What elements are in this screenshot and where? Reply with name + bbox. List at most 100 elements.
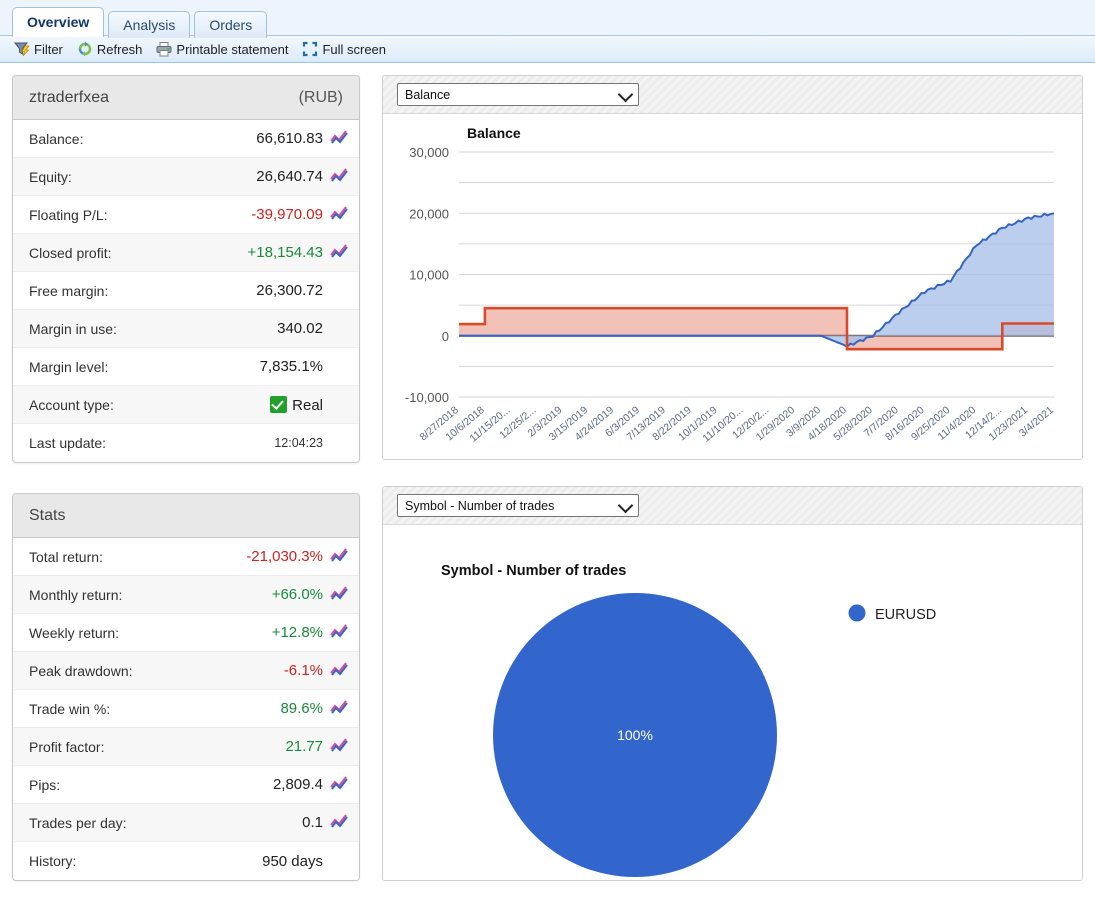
row-value: 21.77 (285, 738, 323, 755)
sparkline-chart-icon[interactable] (329, 698, 351, 719)
tab-orders-label: Orders (209, 17, 253, 33)
balance-chart-body[interactable]: Balance -10,000 0 10,000 20,000 30,000 8/27/20… (383, 114, 1082, 459)
tab-overview[interactable]: Overview (12, 7, 105, 37)
sparkline-chart-icon[interactable] (329, 204, 351, 225)
sparkline-chart-icon[interactable] (329, 242, 351, 263)
svg-text:Symbol - Number of trades: Symbol - Number of trades (441, 563, 626, 579)
pie-chart-select[interactable]: Symbol - Number of trades (397, 494, 639, 517)
sparkline-chart-icon[interactable] (329, 774, 351, 795)
chevron-down-icon (617, 497, 634, 513)
row-value: +18,154.43 (247, 244, 324, 261)
fullscreen-icon (302, 41, 318, 57)
row-label: Monthly return: (29, 586, 123, 603)
toolbar: Filter Refresh Printable statement Full … (0, 36, 1095, 63)
refresh-button[interactable]: Refresh (77, 41, 143, 57)
row-value: +12.8% (271, 624, 323, 641)
svg-text:100%: 100% (617, 727, 653, 743)
page-content: ztraderfxea (RUB) Balance: 66,610.83 Equ… (0, 63, 1095, 881)
row-label: Weekly return: (29, 624, 119, 641)
row-value: 89.6% (280, 700, 323, 717)
balance-chart-toolbar: Balance (383, 76, 1082, 114)
pie-chart-card: Symbol - Number of trades Symbol - Numbe… (382, 486, 1083, 881)
account-row-margin-in-use: Margin in use: 340.02 (13, 310, 359, 348)
sparkline-chart-icon[interactable] (329, 660, 351, 681)
row-value: -6.1% (283, 662, 323, 679)
row-label: Peak drawdown: (29, 662, 133, 679)
right-column: Balance Balance -10,000 0 10,000 20,000 30,00… (382, 75, 1083, 881)
svg-text:0: 0 (442, 329, 449, 344)
svg-text:-10,000: -10,000 (405, 390, 449, 405)
row-value: 66,610.83 (256, 130, 323, 147)
row-value: 950 days (262, 852, 323, 870)
chevron-down-icon (617, 86, 634, 102)
row-label: Floating P/L: (29, 206, 108, 223)
stats-row-trade-win-pct: Trade win %: 89.6% (13, 690, 359, 728)
sparkline-chart-icon[interactable] (329, 812, 351, 833)
stats-rows: Total return: -21,030.3% Monthly return:… (13, 538, 359, 880)
stats-row-pips: Pips: 2,809.4 (13, 766, 359, 804)
sparkline-chart-icon[interactable] (329, 546, 351, 567)
stats-row-history: History: 950 days (13, 842, 359, 880)
balance-chart-select-value: Balance (405, 87, 451, 102)
row-value: 340.02 (277, 320, 323, 337)
account-currency: (RUB) (298, 88, 343, 106)
stats-row-weekly-return: Weekly return: +12.8% (13, 614, 359, 652)
account-panel-header: ztraderfxea (RUB) (13, 76, 359, 120)
pie-chart-toolbar: Symbol - Number of trades (383, 487, 1082, 525)
svg-text:10,000: 10,000 (409, 268, 449, 283)
refresh-label: Refresh (96, 41, 143, 57)
account-row-balance: Balance: 66,610.83 (13, 120, 359, 158)
account-row-last-update: Last update: 12:04:23 (13, 424, 359, 462)
pie-chart-select-value: Symbol - Number of trades (405, 498, 555, 513)
tab-orders[interactable]: Orders (194, 11, 268, 38)
row-value-wrap: Real (270, 395, 329, 414)
account-rows: Balance: 66,610.83 Equity: 26,640.74 Flo… (13, 120, 359, 462)
balance-chart-select[interactable]: Balance (397, 83, 639, 106)
account-row-account-type: Account type: Real (13, 386, 359, 424)
svg-text:Balance: Balance (467, 125, 521, 141)
account-name: ztraderfxea (29, 88, 110, 106)
stats-panel-header: Stats (13, 494, 359, 538)
full-screen-button[interactable]: Full screen (302, 41, 386, 57)
svg-text:EURUSD: EURUSD (875, 607, 936, 623)
row-value: 7,835.1% (259, 358, 323, 375)
filter-label: Filter (34, 41, 63, 57)
row-label: Margin in use: (29, 320, 117, 337)
row-label: Balance: (29, 130, 84, 147)
stats-title: Stats (29, 506, 66, 524)
balance-chart-svg: Balance-10,000010,00020,00030,0008/27/20… (405, 125, 1056, 445)
row-value: 2,809.4 (272, 776, 323, 793)
row-label: Margin level: (29, 358, 109, 375)
stats-row-peak-drawdown: Peak drawdown: -6.1% (13, 652, 359, 690)
full-screen-label: Full screen (322, 41, 387, 57)
account-row-equity: Equity: 26,640.74 (13, 158, 359, 196)
pie-chart-svg: Symbol - Number of trades 100% EURUSD (441, 563, 936, 877)
stats-row-trades-per-day: Trades per day: 0.1 (13, 804, 359, 842)
stats-row-monthly-return: Monthly return: +66.0% (13, 576, 359, 614)
account-type-value: Real (292, 396, 323, 414)
tab-overview-label: Overview (27, 14, 90, 30)
sparkline-chart-icon[interactable] (329, 166, 351, 187)
sparkline-chart-icon[interactable] (329, 128, 351, 149)
pie-chart-body[interactable]: Symbol - Number of trades 100% EURUSD (383, 525, 1082, 880)
tab-analysis[interactable]: Analysis (108, 11, 191, 38)
sparkline-chart-icon[interactable] (329, 584, 351, 605)
row-label: Trades per day: (29, 814, 127, 831)
stats-panel: Stats Total return: -21,030.3% Monthly r… (12, 493, 360, 881)
row-label: Pips: (29, 776, 61, 793)
row-value: -39,970.09 (251, 206, 323, 223)
sparkline-chart-icon[interactable] (329, 622, 351, 643)
tab-list: Overview Analysis Orders (12, 0, 1095, 38)
row-value: 26,300.72 (256, 282, 323, 299)
stats-row-profit-factor: Profit factor: 21.77 (13, 728, 359, 766)
row-label: History: (29, 853, 77, 869)
account-row-floating-pl: Floating P/L: -39,970.09 (13, 196, 359, 234)
sparkline-chart-icon[interactable] (329, 736, 351, 757)
account-panel: ztraderfxea (RUB) Balance: 66,610.83 Equ… (12, 75, 360, 463)
printable-statement-button[interactable]: Printable statement (156, 41, 288, 57)
refresh-icon (77, 41, 93, 57)
filter-button[interactable]: Filter (13, 41, 63, 57)
printer-icon (156, 41, 172, 57)
row-value: 0.1 (302, 814, 323, 831)
row-value: +66.0% (271, 586, 323, 603)
